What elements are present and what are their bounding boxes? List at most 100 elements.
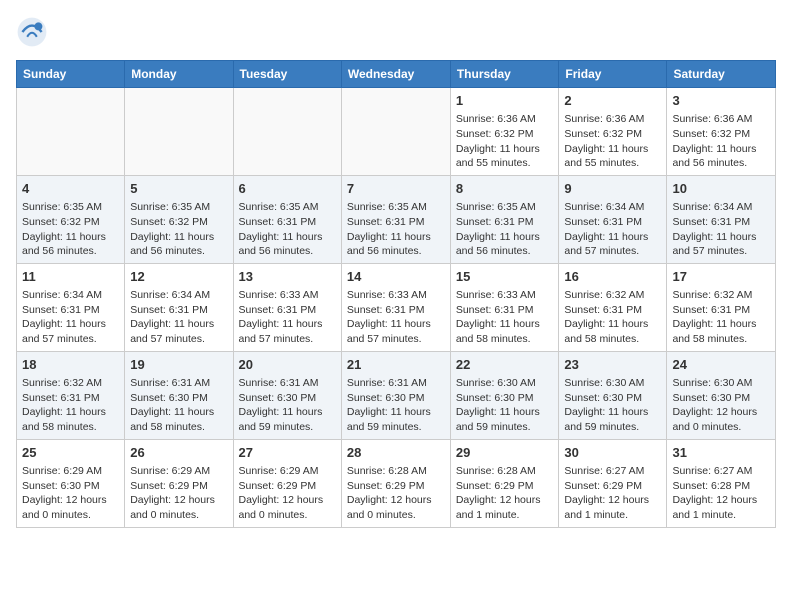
calendar-cell: 7Sunrise: 6:35 AM Sunset: 6:31 PM Daylig… (341, 175, 450, 263)
calendar-cell: 30 Sunrise: 6:27 AM Sunset: 6:29 PM Dayli… (559, 439, 667, 527)
header (16, 16, 776, 48)
weekday-header-saturday: Saturday (667, 61, 776, 88)
day-info: Sunrise: 6:29 AM Sunset: 6:29 PM Dayligh… (130, 464, 227, 523)
calendar: SundayMondayTuesdayWednesdayThursdayFrid… (16, 60, 776, 528)
calendar-cell: 28 Sunrise: 6:28 AM Sunset: 6:29 PM Dayli… (341, 439, 450, 527)
day-info: Sunrise: 6:31 AM Sunset: 6:30 PM Dayligh… (239, 376, 336, 435)
day-number: 12 (130, 268, 227, 286)
weekday-header-row: SundayMondayTuesdayWednesdayThursdayFrid… (17, 61, 776, 88)
calendar-cell: 6 Sunrise: 6:35 AM Sunset: 6:31 PM Daylig… (233, 175, 341, 263)
calendar-cell: 29Sunrise: 6:28 AM Sunset: 6:29 PM Dayli… (450, 439, 559, 527)
calendar-cell (233, 88, 341, 176)
calendar-cell: 8 Sunrise: 6:35 AM Sunset: 6:31 PM Daylig… (450, 175, 559, 263)
day-info: Sunrise: 6:29 AM Sunset: 6:29 PM Dayligh… (239, 464, 336, 523)
day-info: Sunrise: 6:29 AM Sunset: 6:30 PM Dayligh… (22, 464, 119, 523)
day-info: Sunrise: 6:34 AM Sunset: 6:31 PM Dayligh… (564, 200, 661, 259)
calendar-cell (341, 88, 450, 176)
day-number: 28 (347, 444, 445, 462)
day-info: Sunrise: 6:34 AM Sunset: 6:31 PM Dayligh… (130, 288, 227, 347)
day-number: 10 (672, 180, 770, 198)
calendar-cell (125, 88, 233, 176)
day-number: 14 (347, 268, 445, 286)
calendar-cell: 14 Sunrise: 6:33 AM Sunset: 6:31 PM Dayli… (341, 263, 450, 351)
week-row-5: 25 Sunrise: 6:29 AM Sunset: 6:30 PM Dayli… (17, 439, 776, 527)
week-row-1: 1Sunrise: 6:36 AM Sunset: 6:32 PM Daylig… (17, 88, 776, 176)
calendar-cell: 1Sunrise: 6:36 AM Sunset: 6:32 PM Daylig… (450, 88, 559, 176)
day-number: 29 (456, 444, 554, 462)
day-number: 15 (456, 268, 554, 286)
day-info: Sunrise: 6:30 AM Sunset: 6:30 PM Dayligh… (672, 376, 770, 435)
logo-icon (16, 16, 48, 48)
calendar-cell: 3 Sunrise: 6:36 AM Sunset: 6:32 PM Daylig… (667, 88, 776, 176)
calendar-cell: 13 Sunrise: 6:33 AM Sunset: 6:31 PM Dayli… (233, 263, 341, 351)
day-number: 8 (456, 180, 554, 198)
calendar-cell: 15 Sunrise: 6:33 AM Sunset: 6:31 PM Dayli… (450, 263, 559, 351)
day-number: 16 (564, 268, 661, 286)
weekday-header-monday: Monday (125, 61, 233, 88)
day-info: Sunrise: 6:36 AM Sunset: 6:32 PM Dayligh… (672, 112, 770, 171)
calendar-cell: 2Sunrise: 6:36 AM Sunset: 6:32 PM Daylig… (559, 88, 667, 176)
day-number: 17 (672, 268, 770, 286)
day-info: Sunrise: 6:28 AM Sunset: 6:29 PM Dayligh… (347, 464, 445, 523)
calendar-cell: 18 Sunrise: 6:32 AM Sunset: 6:31 PM Dayli… (17, 351, 125, 439)
day-info: Sunrise: 6:35 AM Sunset: 6:31 PM Dayligh… (456, 200, 554, 259)
day-info: Sunrise: 6:36 AM Sunset: 6:32 PM Dayligh… (456, 112, 554, 171)
day-number: 19 (130, 356, 227, 374)
day-number: 25 (22, 444, 119, 462)
calendar-cell: 22 Sunrise: 6:30 AM Sunset: 6:30 PM Dayli… (450, 351, 559, 439)
day-number: 30 (564, 444, 661, 462)
weekday-header-sunday: Sunday (17, 61, 125, 88)
day-number: 9 (564, 180, 661, 198)
day-info: Sunrise: 6:27 AM Sunset: 6:28 PM Dayligh… (672, 464, 770, 523)
calendar-cell: 24 Sunrise: 6:30 AM Sunset: 6:30 PM Dayli… (667, 351, 776, 439)
day-info: Sunrise: 6:27 AM Sunset: 6:29 PM Dayligh… (564, 464, 661, 523)
calendar-cell: 12 Sunrise: 6:34 AM Sunset: 6:31 PM Dayli… (125, 263, 233, 351)
calendar-cell: 25 Sunrise: 6:29 AM Sunset: 6:30 PM Dayli… (17, 439, 125, 527)
day-number: 3 (672, 92, 770, 110)
day-number: 13 (239, 268, 336, 286)
day-number: 24 (672, 356, 770, 374)
day-number: 2 (564, 92, 661, 110)
day-info: Sunrise: 6:30 AM Sunset: 6:30 PM Dayligh… (564, 376, 661, 435)
day-number: 18 (22, 356, 119, 374)
calendar-cell: 16 Sunrise: 6:32 AM Sunset: 6:31 PM Dayli… (559, 263, 667, 351)
day-number: 22 (456, 356, 554, 374)
day-number: 6 (239, 180, 336, 198)
calendar-cell: 4Sunrise: 6:35 AM Sunset: 6:32 PM Daylig… (17, 175, 125, 263)
calendar-cell (17, 88, 125, 176)
weekday-header-wednesday: Wednesday (341, 61, 450, 88)
day-info: Sunrise: 6:30 AM Sunset: 6:30 PM Dayligh… (456, 376, 554, 435)
week-row-3: 11 Sunrise: 6:34 AM Sunset: 6:31 PM Dayli… (17, 263, 776, 351)
day-number: 20 (239, 356, 336, 374)
day-number: 11 (22, 268, 119, 286)
calendar-cell: 5Sunrise: 6:35 AM Sunset: 6:32 PM Daylig… (125, 175, 233, 263)
weekday-header-friday: Friday (559, 61, 667, 88)
calendar-cell: 26 Sunrise: 6:29 AM Sunset: 6:29 PM Dayli… (125, 439, 233, 527)
calendar-cell: 17Sunrise: 6:32 AM Sunset: 6:31 PM Dayli… (667, 263, 776, 351)
day-info: Sunrise: 6:31 AM Sunset: 6:30 PM Dayligh… (347, 376, 445, 435)
calendar-cell: 19 Sunrise: 6:31 AM Sunset: 6:30 PM Dayli… (125, 351, 233, 439)
day-info: Sunrise: 6:32 AM Sunset: 6:31 PM Dayligh… (564, 288, 661, 347)
calendar-cell: 23 Sunrise: 6:30 AM Sunset: 6:30 PM Dayli… (559, 351, 667, 439)
day-info: Sunrise: 6:34 AM Sunset: 6:31 PM Dayligh… (672, 200, 770, 259)
calendar-cell: 20 Sunrise: 6:31 AM Sunset: 6:30 PM Dayli… (233, 351, 341, 439)
calendar-cell: 21 Sunrise: 6:31 AM Sunset: 6:30 PM Dayli… (341, 351, 450, 439)
day-number: 23 (564, 356, 661, 374)
day-info: Sunrise: 6:33 AM Sunset: 6:31 PM Dayligh… (239, 288, 336, 347)
calendar-cell: 10 Sunrise: 6:34 AM Sunset: 6:31 PM Dayli… (667, 175, 776, 263)
day-info: Sunrise: 6:33 AM Sunset: 6:31 PM Dayligh… (456, 288, 554, 347)
day-info: Sunrise: 6:33 AM Sunset: 6:31 PM Dayligh… (347, 288, 445, 347)
day-info: Sunrise: 6:34 AM Sunset: 6:31 PM Dayligh… (22, 288, 119, 347)
day-info: Sunrise: 6:35 AM Sunset: 6:32 PM Dayligh… (22, 200, 119, 259)
calendar-cell: 11 Sunrise: 6:34 AM Sunset: 6:31 PM Dayli… (17, 263, 125, 351)
day-info: Sunrise: 6:32 AM Sunset: 6:31 PM Dayligh… (22, 376, 119, 435)
day-info: Sunrise: 6:31 AM Sunset: 6:30 PM Dayligh… (130, 376, 227, 435)
day-number: 26 (130, 444, 227, 462)
logo (16, 16, 52, 48)
day-info: Sunrise: 6:35 AM Sunset: 6:31 PM Dayligh… (239, 200, 336, 259)
week-row-4: 18 Sunrise: 6:32 AM Sunset: 6:31 PM Dayli… (17, 351, 776, 439)
weekday-header-tuesday: Tuesday (233, 61, 341, 88)
calendar-cell: 31Sunrise: 6:27 AM Sunset: 6:28 PM Dayli… (667, 439, 776, 527)
day-number: 7 (347, 180, 445, 198)
day-number: 21 (347, 356, 445, 374)
